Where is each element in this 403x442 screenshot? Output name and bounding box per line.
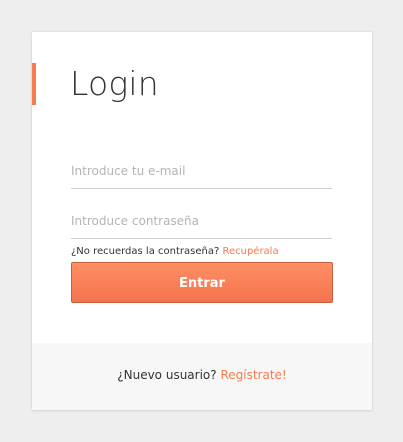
recover-password-link[interactable]: Recupérala bbox=[222, 246, 278, 257]
register-link[interactable]: Regístrate! bbox=[220, 368, 286, 382]
forgot-password-text: ¿No recuerdas la contraseña? bbox=[71, 246, 220, 257]
email-field[interactable] bbox=[71, 158, 332, 184]
new-user-text: ¿Nuevo usuario? bbox=[117, 368, 217, 382]
password-field-container bbox=[71, 208, 332, 239]
page-title: Login bbox=[70, 64, 159, 103]
accent-bar bbox=[32, 63, 36, 105]
forgot-password: ¿No recuerdas la contraseña? Recupérala bbox=[71, 246, 279, 257]
footer: ¿Nuevo usuario? Regístrate! bbox=[32, 343, 372, 410]
email-field-container bbox=[71, 158, 332, 189]
login-button[interactable]: Entrar bbox=[71, 262, 333, 303]
password-field[interactable] bbox=[71, 208, 332, 234]
login-card: Login ¿No recuerdas la contraseña? Recup… bbox=[32, 32, 372, 410]
